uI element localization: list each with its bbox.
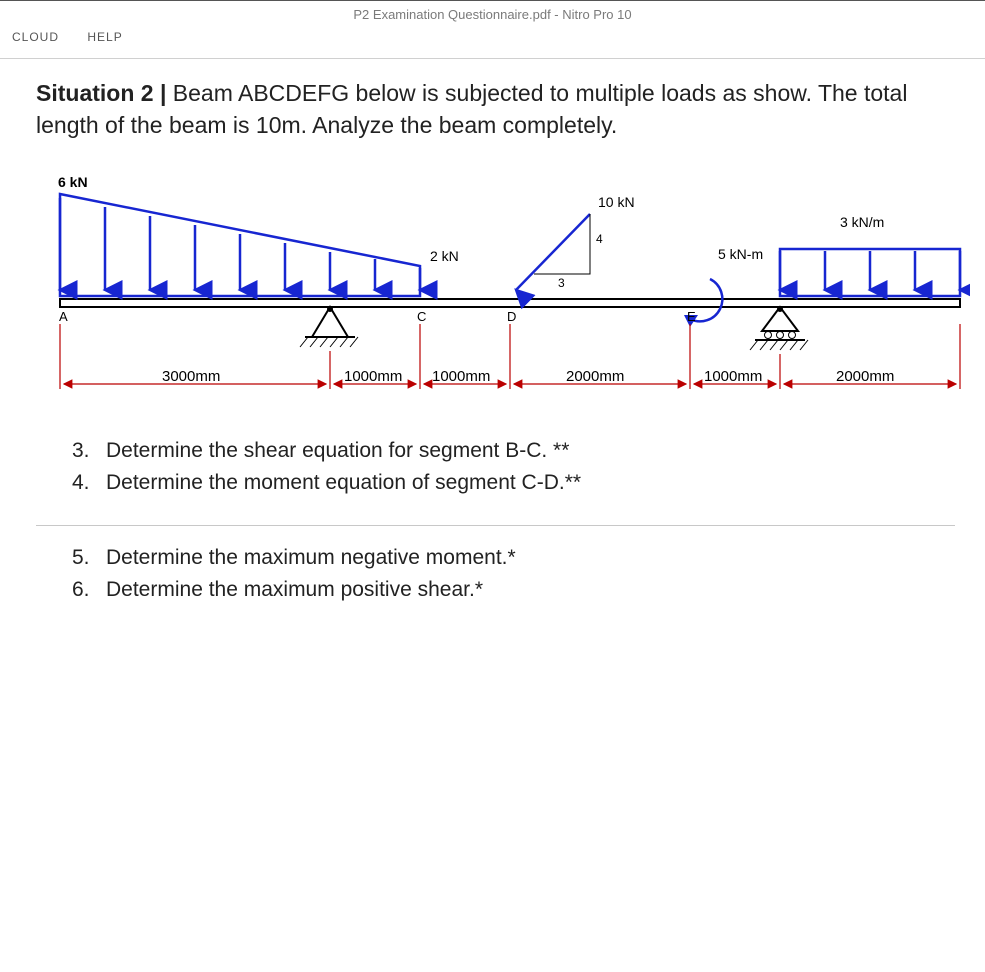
q3-num: 3. — [72, 439, 106, 463]
window-title: P2 Examination Questionnaire.pdf - Nitro… — [0, 0, 985, 26]
question-5: 5. Determine the maximum negative moment… — [72, 546, 955, 570]
page-separator — [36, 525, 955, 526]
moment-load: 5 kN-m — [684, 246, 763, 327]
udl-label: 3 kN/m — [840, 214, 884, 230]
q3-text: Determine the shear equation for segment… — [106, 439, 569, 463]
dim-5: 1000mm — [704, 368, 762, 385]
node-E: E — [687, 309, 696, 324]
situation-label: Situation 2 | — [36, 80, 173, 106]
beam-diagram: 6 kN 2 kN 10 kN 4 3 5 kN-m — [50, 159, 970, 419]
node-C: C — [417, 309, 426, 324]
question-list-top: 3. Determine the shear equation for segm… — [72, 439, 955, 495]
roller-support-F — [750, 306, 808, 350]
dim-4: 2000mm — [566, 368, 624, 385]
beam-body — [60, 299, 960, 307]
inclined-point-load: 10 kN 4 3 — [516, 194, 635, 290]
dim-1: 3000mm — [162, 368, 220, 385]
menubar: CLOUD HELP — [0, 26, 985, 59]
question-list-bottom: 5. Determine the maximum negative moment… — [72, 546, 955, 602]
q6-text: Determine the maximum positive shear.* — [106, 578, 483, 602]
q5-text: Determine the maximum negative moment.* — [106, 546, 516, 570]
dim-3: 1000mm — [432, 368, 490, 385]
node-D: D — [507, 309, 516, 324]
menu-cloud[interactable]: CLOUD — [12, 30, 59, 44]
situation-text: Situation 2 | Beam ABCDEFG below is subj… — [36, 77, 955, 141]
triangular-load: 6 kN 2 kN — [58, 174, 459, 296]
node-A: A — [59, 309, 68, 324]
question-6: 6. Determine the maximum positive shear.… — [72, 578, 955, 602]
dimension-labels: 3000mm 1000mm 1000mm 2000mm 1000mm 2000m… — [162, 368, 894, 385]
load-10kn-label: 10 kN — [598, 194, 635, 210]
q6-num: 6. — [72, 578, 106, 602]
question-3: 3. Determine the shear equation for segm… — [72, 439, 955, 463]
menu-help[interactable]: HELP — [87, 30, 122, 44]
question-4: 4. Determine the moment equation of segm… — [72, 471, 955, 495]
q4-text: Determine the moment equation of segment… — [106, 471, 581, 495]
q5-num: 5. — [72, 546, 106, 570]
dim-6: 2000mm — [836, 368, 894, 385]
q4-num: 4. — [72, 471, 106, 495]
dim-2: 1000mm — [344, 368, 402, 385]
slope-rise: 4 — [596, 232, 603, 246]
pin-support-B — [300, 306, 358, 347]
slope-run: 3 — [558, 276, 565, 290]
document-page: Situation 2 | Beam ABCDEFG below is subj… — [0, 59, 985, 640]
udl-load: 3 kN/m — [780, 214, 960, 296]
load-6kn-label: 6 kN — [58, 174, 88, 190]
moment-label: 5 kN-m — [718, 246, 763, 262]
load-2kn-label: 2 kN — [430, 248, 459, 264]
